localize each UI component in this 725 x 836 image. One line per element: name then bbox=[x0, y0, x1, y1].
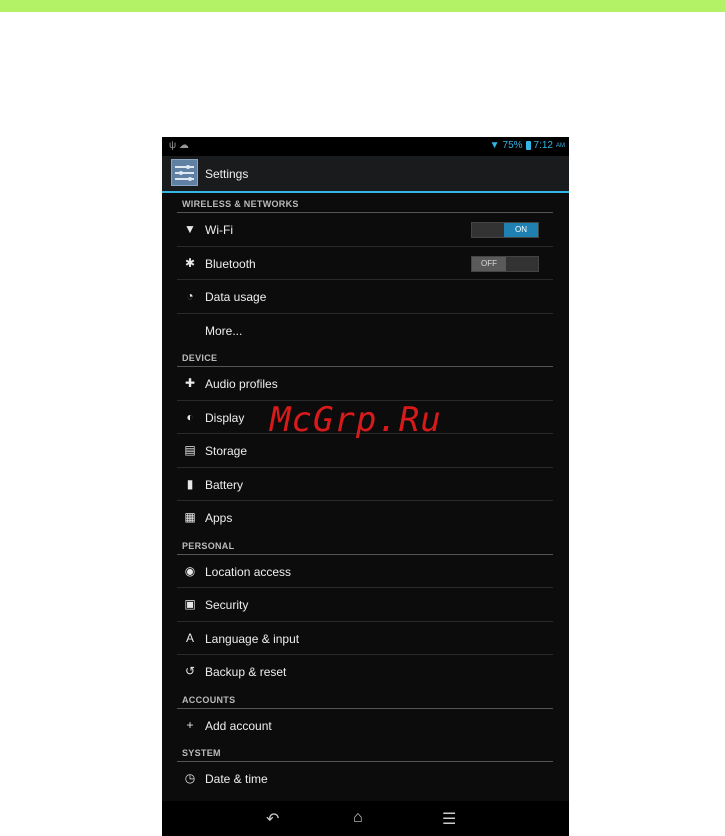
wifi-icon: ▼ bbox=[184, 222, 196, 236]
usb-icon: ψ ☁ bbox=[169, 140, 189, 151]
bluetooth-icon: ✱ bbox=[184, 255, 196, 270]
home-icon[interactable]: ⌂ bbox=[353, 809, 363, 827]
status-bar: ψ ☁ ▼ 75% 7:12 AM bbox=[162, 137, 569, 156]
settings-item-audio-profiles[interactable]: ✚ Audio profiles bbox=[177, 367, 553, 401]
settings-item-wi-fi[interactable]: ▼ Wi-Fi ON bbox=[177, 213, 553, 247]
settings-item-label: Data usage bbox=[205, 290, 267, 304]
device-screen: ψ ☁ ▼ 75% 7:12 AM Settings WIRELESS & NE… bbox=[162, 137, 569, 836]
settings-item-battery[interactable]: ▮ Battery bbox=[177, 468, 553, 501]
settings-item-data-usage[interactable]: ◔ Data usage bbox=[177, 280, 553, 314]
settings-item-date-time[interactable]: ◷ Date & time bbox=[177, 762, 553, 796]
section-header: WIRELESS & NETWORKS bbox=[177, 193, 553, 213]
action-bar: Settings bbox=[162, 156, 569, 193]
settings-item-label: Display bbox=[205, 410, 245, 425]
location-icon: ◉ bbox=[184, 563, 196, 578]
settings-list: WIRELESS & NETWORKS ▼ Wi-Fi ON ✱ Bluetooth OFF… bbox=[177, 193, 553, 796]
settings-item-label: Add account bbox=[205, 718, 272, 733]
settings-item-label: Battery bbox=[205, 477, 244, 492]
page-title: Settings bbox=[205, 167, 249, 181]
top-green-bar bbox=[0, 0, 725, 12]
recent-apps-icon[interactable]: ☰ bbox=[442, 809, 456, 829]
section-header: ACCOUNTS bbox=[177, 689, 553, 709]
settings-app-icon[interactable] bbox=[171, 159, 198, 186]
audio-profiles-icon: ✚ bbox=[184, 376, 196, 390]
storage-icon: ▤ bbox=[184, 443, 196, 457]
wi-fi-toggle[interactable]: ON bbox=[471, 222, 539, 238]
wifi-signal-icon: ▼ bbox=[489, 140, 500, 151]
battery-percent: 75% bbox=[502, 140, 523, 151]
settings-item-label: Location access bbox=[205, 564, 292, 579]
settings-item-label: Date & time bbox=[205, 772, 268, 786]
back-icon[interactable]: ↶ bbox=[266, 809, 279, 829]
settings-item-label: Backup & reset bbox=[205, 665, 287, 679]
section-header: PERSONAL bbox=[177, 535, 553, 555]
watermark: McGrp.Ru bbox=[270, 400, 442, 440]
battery-status-icon bbox=[525, 141, 531, 150]
backup-icon: ↺ bbox=[184, 664, 196, 678]
navigation-bar: ↶ ⌂ ☰ bbox=[162, 801, 569, 836]
settings-item-label: Storage bbox=[205, 444, 248, 458]
settings-item-backup-reset[interactable]: ↺ Backup & reset bbox=[177, 655, 553, 689]
settings-item-label: Audio profiles bbox=[205, 377, 278, 391]
settings-item-label: Language & input bbox=[205, 631, 300, 646]
settings-item-location-access[interactable]: ◉ Location access bbox=[177, 555, 553, 588]
section-header: SYSTEM bbox=[177, 742, 553, 762]
settings-item-more[interactable]: More... bbox=[177, 314, 553, 348]
settings-item-label: More... bbox=[205, 323, 243, 338]
settings-item-security[interactable]: ▣ Security bbox=[177, 588, 553, 622]
display-icon: ◐ bbox=[186, 409, 194, 424]
apps-icon: ▦ bbox=[184, 510, 196, 524]
section-header: DEVICE bbox=[177, 347, 553, 367]
settings-item-bluetooth[interactable]: ✱ Bluetooth OFF bbox=[177, 247, 553, 280]
settings-item-language-input[interactable]: A Language & input bbox=[177, 622, 553, 655]
settings-item-label: Wi-Fi bbox=[205, 223, 233, 237]
language-icon: A bbox=[185, 630, 194, 645]
battery-icon: ▮ bbox=[186, 476, 194, 491]
settings-item-label: Apps bbox=[205, 511, 233, 525]
bluetooth-toggle[interactable]: OFF bbox=[471, 255, 539, 272]
settings-item-add-account[interactable]: + Add account bbox=[177, 709, 553, 743]
settings-item-apps[interactable]: ▦ Apps bbox=[177, 501, 553, 535]
clock-icon: ◷ bbox=[184, 771, 196, 785]
settings-item-label: Bluetooth bbox=[205, 256, 256, 271]
toggle-state: OFF bbox=[472, 256, 506, 271]
toggle-state: ON bbox=[504, 223, 538, 237]
settings-item-label: Security bbox=[205, 598, 249, 612]
clock-ampm: AM bbox=[556, 142, 565, 149]
lock-icon: ▣ bbox=[184, 597, 196, 611]
data-usage-icon: ◔ bbox=[186, 289, 194, 303]
plus-icon: + bbox=[186, 717, 194, 732]
clock-time: 7:12 bbox=[533, 140, 553, 151]
